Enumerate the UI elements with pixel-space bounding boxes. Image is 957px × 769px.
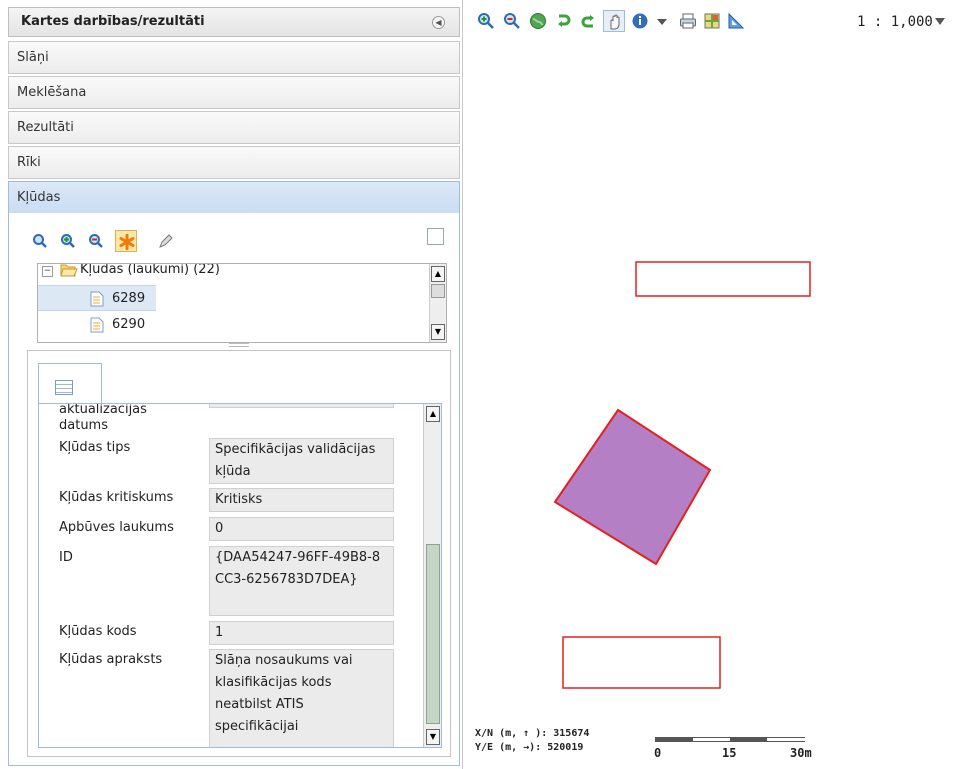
attr-value: Kritisks [209,488,394,512]
attr-value [209,404,394,408]
coord-x-readout: X/N (m, ↑ ): 315674 [475,728,590,739]
tree-item-label: 6290 [112,317,146,332]
scroll-down-button[interactable]: ▼ [426,729,440,745]
magnifier-icon [33,234,47,248]
select-all-checkbox[interactable] [427,228,444,245]
scroll-down-button[interactable]: ▼ [431,324,445,340]
left-panel: Kartes darbības/rezultāti ◀ Slāņi Meklēš… [0,0,463,769]
asterisk-icon [119,234,135,250]
tree-item-6290[interactable]: 6290 [38,314,156,340]
accordion-errors[interactable]: Kļūdas [8,181,460,214]
error-feature-bottom[interactable] [562,636,721,689]
tree-item-6289[interactable]: 6289 [38,285,156,311]
document-icon [90,317,104,333]
attr-label: Kļūdas apraksts [59,652,163,667]
errors-panel-body: − Kļūdas (laukumi) (22) 6289 6290 ▲ ▼ ak… [8,213,460,766]
document-icon [90,291,104,307]
collapse-node-icon[interactable]: − [42,266,53,277]
tree-folder-label: Kļūdas (laukumi) (22) [80,263,220,277]
tree-folder-row[interactable]: − Kļūdas (laukumi) (22) [38,263,433,286]
attr-value: {DAA54247-96FF-49B8-8CC3-6256783D7DEA} [209,546,394,616]
map-canvas [553,261,811,689]
scroll-up-button[interactable]: ▲ [426,406,440,422]
attr-label: aktualizācijas datums [59,403,147,433]
accordion-tools[interactable]: Rīki [8,146,460,179]
attr-value: 1 [209,621,394,645]
error-feature-selected[interactable] [553,408,712,566]
scale-bar [655,737,805,745]
collapse-panel-icon[interactable]: ◀ [432,16,445,29]
attr-value: 0 [209,517,394,541]
accordion-results[interactable]: Rezultāti [8,111,460,144]
attr-label: Kļūdas kods [59,624,137,639]
accordion-layers[interactable]: Slāņi [8,41,460,74]
scroll-up-button[interactable]: ▲ [431,266,445,282]
attr-label: Kļūdas tips [59,440,131,455]
scale-tick-label: 15 [722,746,737,760]
panel-title: Kartes darbības/rezultāti [21,14,205,29]
tree-item-label: 6289 [112,291,146,306]
tab-attributes[interactable] [38,363,102,403]
attributes-scrollbar[interactable]: ▲ ▼ [423,404,441,747]
scale-tick-label: 30m [790,746,812,760]
search-button[interactable] [29,230,51,252]
coord-y-readout: Y/E (m, →): 520019 [475,742,584,753]
detail-panel: aktualizācijas datums Kļūdas tips Specif… [27,350,451,757]
zoom-out-button[interactable] [85,230,107,252]
panel-header: Kartes darbības/rezultāti ◀ [8,7,460,37]
attr-value: Specifikācijas validācijas kļūda [209,438,394,484]
edit-button[interactable] [155,230,177,252]
highlight-button[interactable] [115,230,137,252]
tree-scrollbar[interactable]: ▲ ▼ [429,264,446,342]
attr-label: ID [59,550,73,565]
error-feature-top[interactable] [635,261,811,297]
error-tree: − Kļūdas (laukumi) (22) 6289 6290 ▲ ▼ [37,263,447,343]
accordion-search[interactable]: Meklēšana [8,76,460,109]
pencil-icon [159,234,173,248]
attribute-list: aktualizācijas datums Kļūdas tips Specif… [38,403,442,748]
accordion-label: Slāņi [17,50,49,65]
accordion-label: Kļūdas [17,190,61,205]
zoom-in-button[interactable] [57,230,79,252]
accordion-label: Rīki [17,155,41,170]
accordion-label: Rezultāti [17,120,74,135]
scroll-thumb[interactable] [431,284,445,298]
scale-tick-label: 0 [654,746,662,760]
folder-open-icon [60,264,78,277]
accordion-label: Meklēšana [17,85,87,100]
zoom-out-icon [89,234,103,248]
scroll-thumb[interactable] [426,544,440,724]
attr-label: Apbūves laukums [59,520,174,535]
zoom-in-icon [61,234,75,248]
splitter-handle[interactable] [229,343,249,347]
attr-label: Kļūdas kritiskums [59,490,174,505]
attr-value: Slāņa nosaukums vai klasifikācijas kods … [209,649,394,747]
map-view[interactable]: 1 : 1,000 X/N (m, ↑ ): 315674 Y/E (m, →)… [467,0,957,769]
table-icon [55,380,73,395]
